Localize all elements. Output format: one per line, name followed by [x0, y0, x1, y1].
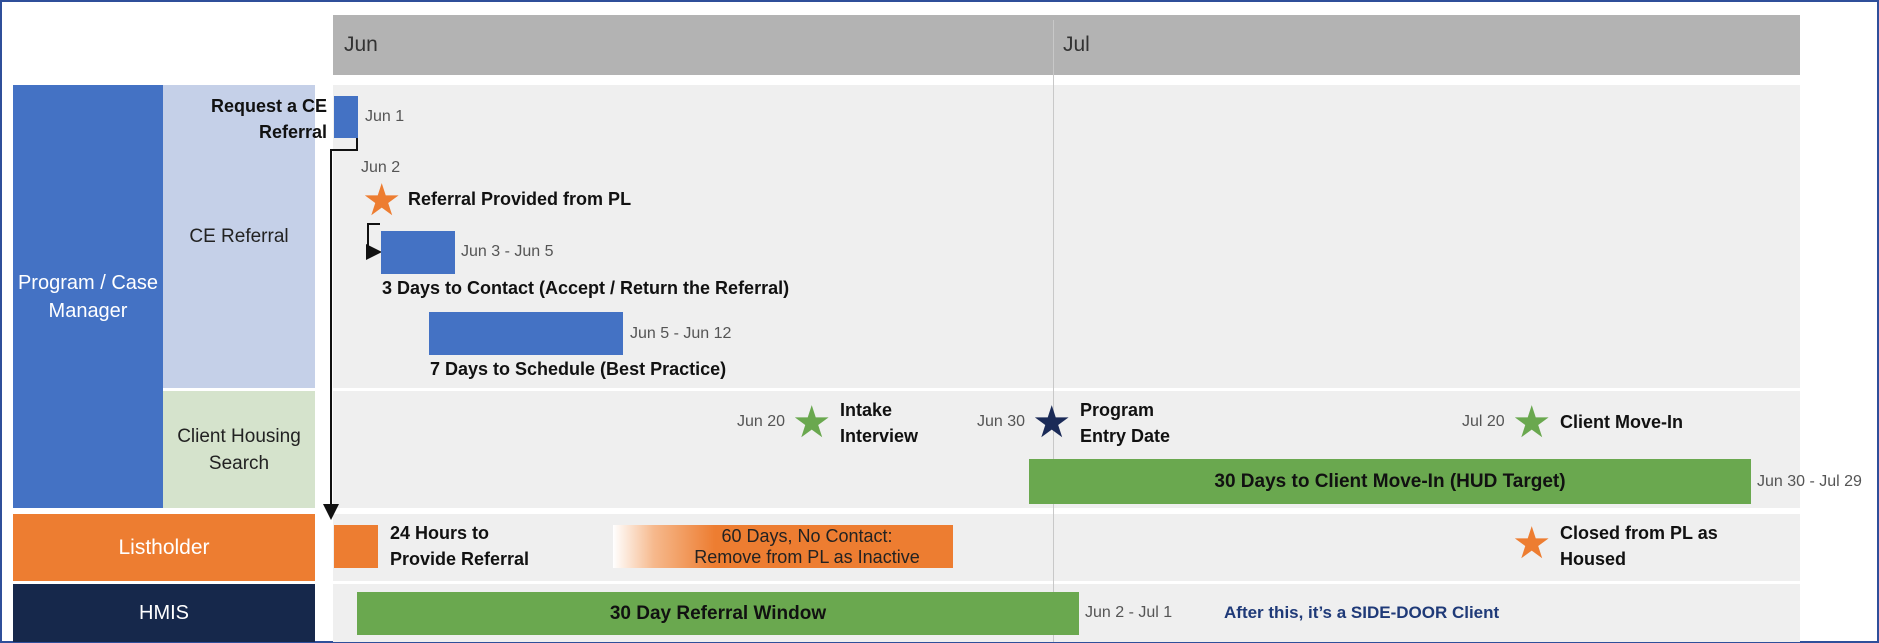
request-ce-referral-label: Request a CE Referral: [210, 96, 327, 142]
star-icon: ★: [792, 398, 832, 447]
contact-bar: [381, 231, 455, 274]
request-ce-referral-bar: [334, 96, 358, 138]
star-icon: ★: [362, 176, 402, 225]
move-in-window-date: Jun 30 - Jul 29: [1757, 473, 1862, 490]
no-contact-label: 60 Days, No Contact: Remove from PL as I…: [694, 525, 920, 567]
referral-window-label: 30 Day Referral Window: [609, 602, 827, 624]
connector-to-contact-bar: [366, 223, 382, 260]
no-contact-bar: 60 Days, No Contact: Remove from PL as I…: [613, 525, 953, 568]
schedule-date: Jun 5 - Jun 12: [630, 325, 732, 342]
star-icon: ★: [1032, 398, 1072, 447]
intake-label: Intake Interview: [840, 400, 919, 446]
side-door-note: After this, it’s a SIDE-DOOR Client: [1224, 603, 1500, 622]
provide-referral-label: 24 Hours to Provide Referral: [390, 523, 530, 569]
referral-provided-label: Referral Provided from PL: [408, 189, 632, 209]
contact-label: 3 Days to Contact (Accept / Return the R…: [382, 278, 790, 298]
move-in-window-label: 30 Days to Client Move-In (HUD Target): [1214, 470, 1566, 492]
schedule-bar: [429, 312, 623, 355]
schedule-label: 7 Days to Schedule (Best Practice): [430, 359, 727, 379]
program-entry-date: Jun 30: [977, 413, 1026, 430]
provide-referral-bar: [334, 525, 378, 568]
star-icon: ★: [1512, 519, 1552, 568]
closed-from-pl-label: Closed from PL as Housed: [1560, 523, 1718, 569]
referral-provided-date: Jun 2: [361, 159, 401, 176]
star-icon: ★: [1512, 398, 1552, 447]
referral-window-bar: 30 Day Referral Window: [357, 592, 1079, 635]
move-in-label: Client Move-In: [1560, 412, 1684, 432]
request-ce-referral-date: Jun 1: [365, 108, 405, 125]
move-in-date: Jul 20: [1462, 413, 1505, 430]
intake-date: Jun 20: [737, 413, 786, 430]
contact-date: Jun 3 - Jun 5: [461, 243, 554, 260]
move-in-window-bar: 30 Days to Client Move-In (HUD Target): [1029, 459, 1751, 504]
referral-window-date: Jun 2 - Jul 1: [1085, 604, 1173, 621]
connector-to-listholder: [323, 138, 358, 520]
program-entry-label: Program Entry Date: [1080, 400, 1171, 446]
